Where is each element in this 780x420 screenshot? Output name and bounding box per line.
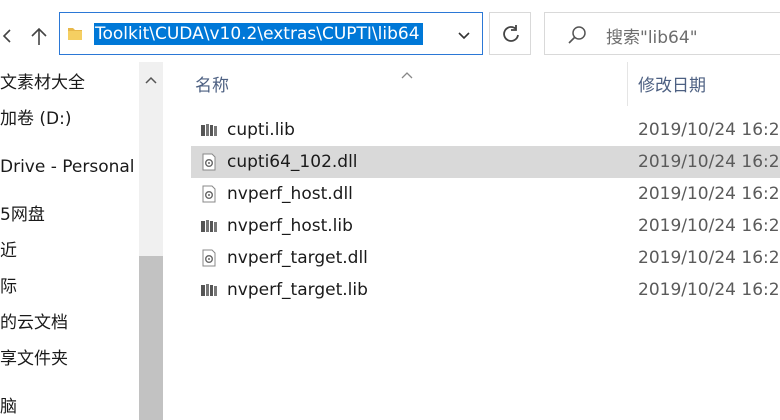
library-file-icon <box>200 217 218 235</box>
navigation-pane: 文素材大全 加卷 (D:) Drive - Personal 5网盘 近 际 的… <box>0 62 164 420</box>
file-list: 名称 修改日期 cupti.lib 2019/10/24 16:2 cupti6… <box>164 62 780 420</box>
sort-ascending-icon <box>400 64 414 79</box>
search-box[interactable]: 搜索"lib64" <box>544 12 780 55</box>
file-date: 2019/10/24 16:2 <box>638 280 780 300</box>
file-name: nvperf_target.dll <box>227 248 368 268</box>
nav-item-star[interactable]: 际 <box>0 274 17 300</box>
file-date: 2019/10/24 16:2 <box>638 248 780 268</box>
dll-file-icon <box>200 249 218 267</box>
nav-scrollbar[interactable] <box>139 62 163 420</box>
library-file-icon <box>200 281 218 299</box>
nav-item-recent[interactable]: 近 <box>0 238 17 264</box>
nav-item-material[interactable]: 文素材大全 <box>0 70 85 96</box>
file-row-nvperf-target-dll[interactable]: nvperf_target.dll 2019/10/24 16:2 <box>191 242 780 274</box>
column-divider[interactable] <box>627 62 628 106</box>
address-path-text[interactable]: Toolkit\CUDA\v10.2\extras\CUPTI\lib64 <box>94 23 423 45</box>
file-date: 2019/10/24 16:2 <box>638 120 780 140</box>
scrollbar-thumb[interactable] <box>139 256 163 420</box>
back-chevron-icon[interactable] <box>0 22 18 50</box>
file-date: 2019/10/24 16:2 <box>638 184 780 204</box>
scroll-up-arrow-icon[interactable] <box>144 70 158 84</box>
column-header-name[interactable]: 名称 <box>195 72 627 112</box>
nav-item-onedrive[interactable]: Drive - Personal <box>0 154 135 180</box>
address-bar[interactable]: Toolkit\CUDA\v10.2\extras\CUPTI\lib64 <box>59 12 483 55</box>
file-date: 2019/10/24 16:2 <box>638 152 780 172</box>
file-row-cupti-lib[interactable]: cupti.lib 2019/10/24 16:2 <box>191 114 780 146</box>
library-file-icon <box>200 121 218 139</box>
file-row-nvperf-host-lib[interactable]: nvperf_host.lib 2019/10/24 16:2 <box>191 210 780 242</box>
nav-item-cloud-docs[interactable]: 的云文档 <box>0 310 68 336</box>
dll-file-icon <box>200 185 218 203</box>
file-row-nvperf-host-dll[interactable]: nvperf_host.dll 2019/10/24 16:2 <box>191 178 780 210</box>
nav-item-this-pc[interactable]: 脑 <box>0 394 17 420</box>
file-name: nvperf_target.lib <box>227 280 368 300</box>
file-name: cupti.lib <box>227 120 295 140</box>
folder-icon <box>66 25 84 43</box>
refresh-icon <box>503 25 519 42</box>
search-icon <box>567 25 587 45</box>
file-date: 2019/10/24 16:2 <box>638 216 780 236</box>
nav-item-netdisk[interactable]: 5网盘 <box>0 202 45 228</box>
file-name: nvperf_host.dll <box>227 184 353 204</box>
refresh-button[interactable] <box>489 12 531 55</box>
file-row-nvperf-target-lib[interactable]: nvperf_target.lib 2019/10/24 16:2 <box>191 274 780 306</box>
nav-item-drive-d[interactable]: 加卷 (D:) <box>0 106 72 132</box>
search-placeholder: 搜索"lib64" <box>606 28 698 48</box>
column-header-date[interactable]: 修改日期 <box>638 72 780 112</box>
file-name: nvperf_host.lib <box>227 216 353 236</box>
up-arrow-icon[interactable] <box>26 22 52 50</box>
nav-item-shared-folder[interactable]: 享文件夹 <box>0 346 68 372</box>
file-name: cupti64_102.dll <box>227 152 358 172</box>
address-toolbar: Toolkit\CUDA\v10.2\extras\CUPTI\lib64 搜索… <box>0 0 780 62</box>
dll-file-icon <box>200 153 218 171</box>
chevron-down-icon[interactable] <box>453 24 475 46</box>
file-row-cupti64-dll[interactable]: cupti64_102.dll 2019/10/24 16:2 <box>191 146 780 178</box>
